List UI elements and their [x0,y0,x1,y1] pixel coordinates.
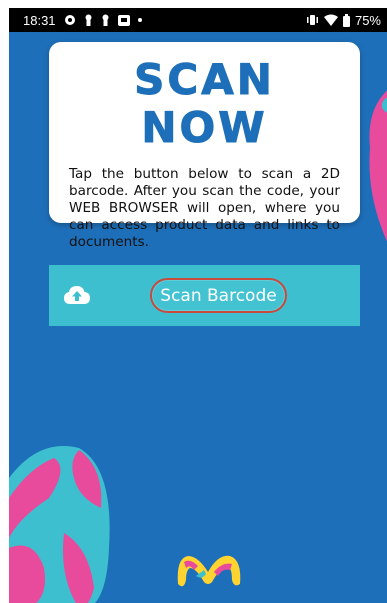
decorative-blob-right [369,90,387,242]
scan-barcode-label: Scan Barcode [160,285,277,306]
status-time: 18:31 [23,12,56,28]
cloud-upload-icon[interactable] [64,284,90,306]
sim-icon [117,14,130,26]
wifi-icon [323,14,338,26]
battery-icon [342,13,350,27]
instructions-text: Tap the button below to scan a 2D barcod… [69,166,340,250]
notification-dot-icon [137,18,142,22]
settings-icon [64,15,75,25]
decorative-blob-left [9,446,110,603]
battery-percent: 75% [354,12,381,28]
status-right: 75% [306,13,381,28]
status-left: 18:31 [23,13,306,28]
keyhole-icon [85,14,92,26]
keyhole-icon [102,14,109,26]
app-screen: 18:31 75% SCAN NOW Tap the button below … [9,8,387,603]
scan-now-title: SCAN NOW [134,55,275,152]
status-bar: 18:31 75% [9,8,387,32]
brand-logo [177,555,241,587]
vibrate-icon [306,15,318,25]
info-card: SCAN NOW Tap the button below to scan a … [49,42,360,250]
scan-barcode-button[interactable]: Scan Barcode [150,278,287,313]
scan-bar: Scan Barcode [49,265,360,326]
